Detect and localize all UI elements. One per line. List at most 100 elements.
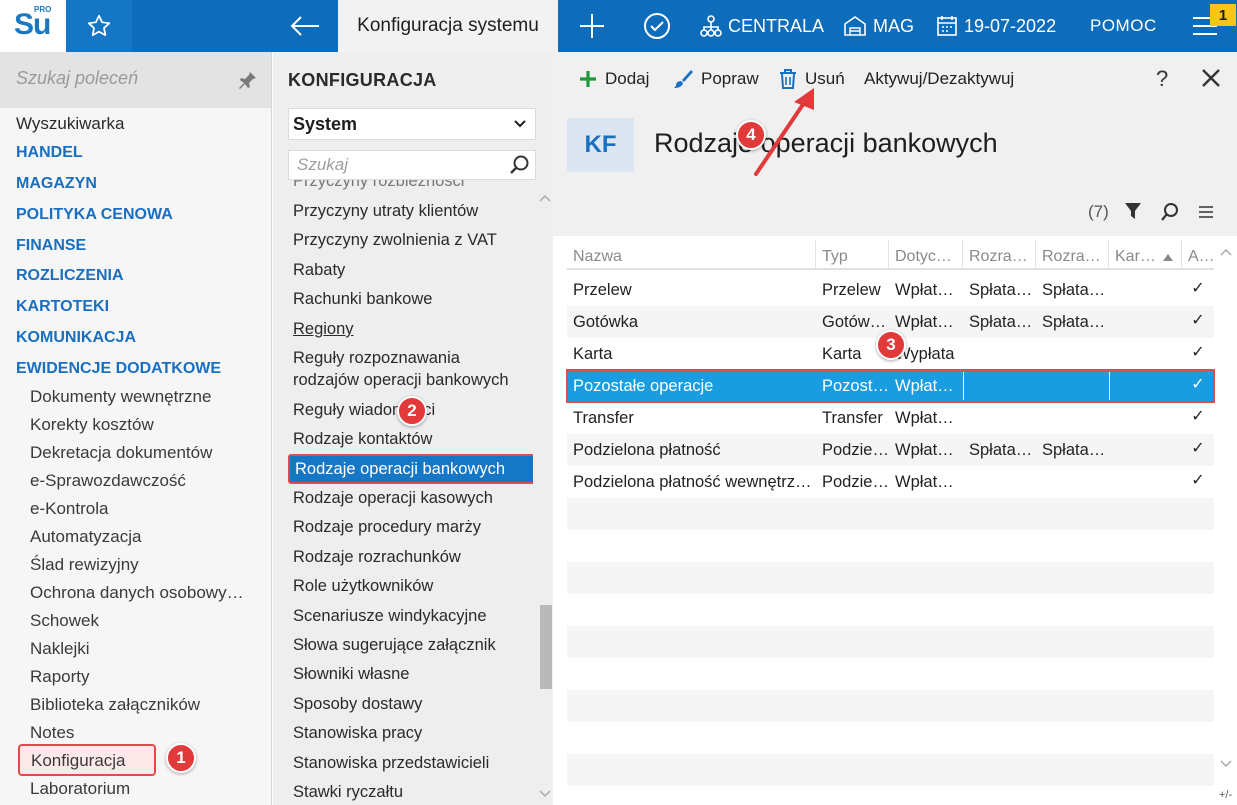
company-selector[interactable]: CENTRALA	[700, 0, 824, 52]
search-icon[interactable]	[1160, 202, 1180, 222]
sidebar-section-finanse[interactable]: FINANSE	[16, 234, 86, 258]
sidebar-section-polityka-cenowa[interactable]: POLITYKA CENOWA	[16, 203, 173, 227]
config-item-rodzaje-procedury-marzy[interactable]: Rodzaje procedury marży	[293, 516, 481, 538]
cell-kar	[1109, 338, 1182, 370]
configuration-list: Przyczyny rozbieżności Przyczyny utraty …	[273, 180, 533, 805]
config-item-sposoby-dostawy[interactable]: Sposoby dostawy	[293, 693, 422, 715]
config-item-slowa-sugerujace-zalacznik[interactable]: Słowa sugerujące załącznik	[293, 634, 496, 656]
config-item-rachunki-bankowe[interactable]: Rachunki bankowe	[293, 288, 432, 310]
list-options-icon[interactable]	[1199, 206, 1213, 218]
column-header-typ[interactable]: Typ	[816, 240, 889, 270]
sidebar-item-raporty[interactable]: Raporty	[30, 665, 90, 689]
sidebar-item-ochrona-danych[interactable]: Ochrona danych osobowy…	[30, 581, 244, 605]
sidebar-item-biblioteka-zalacznikow[interactable]: Biblioteka załączników	[30, 693, 200, 717]
config-item-role-uzytkownikow[interactable]: Role użytkowników	[293, 575, 433, 597]
config-item-przyczyny-utraty-klientow[interactable]: Przyczyny utraty klientów	[293, 200, 478, 222]
column-header-dotyczy[interactable]: Dotyc…	[889, 240, 963, 270]
help-button[interactable]: POMOC	[1090, 0, 1157, 52]
config-item-slowniki-wlasne[interactable]: Słowniki własne	[293, 663, 409, 685]
add-button[interactable]: Dodaj	[579, 66, 649, 92]
sidebar-section-magazyn[interactable]: MAGAZYN	[16, 172, 97, 196]
filter-icon[interactable]	[1124, 202, 1142, 220]
pin-icon[interactable]	[238, 70, 258, 90]
app-logo[interactable]: Su PRO	[0, 0, 66, 52]
table-row[interactable]: Przelew Przelew Wpłat… Spłata… Spłata… ✓	[567, 274, 1214, 306]
grid-scrollbar[interactable]	[1217, 240, 1235, 785]
sidebar-item-wyszukiwarka[interactable]: Wyszukiwarka	[16, 112, 124, 136]
toggle-active-button[interactable]: Aktywuj/Dezaktywuj	[864, 66, 1014, 92]
sidebar-item-e-kontrola[interactable]: e-Kontrola	[30, 497, 108, 521]
sidebar-item-korekty-kosztow[interactable]: Korekty kosztów	[30, 413, 154, 437]
sidebar-section-ewidencje-dodatkowe[interactable]: EWIDENCJE DODATKOWE	[16, 357, 221, 381]
configuration-search-input[interactable]: Szukaj	[297, 155, 348, 175]
new-tab-button[interactable]	[568, 0, 616, 52]
sidebar-section-komunikacja[interactable]: KOMUNIKACJA	[16, 326, 136, 350]
configuration-scrollbar[interactable]	[535, 180, 553, 805]
config-item-stanowiska-przedstawicieli[interactable]: Stanowiska przedstawicieli	[293, 752, 489, 774]
config-item-stanowiska-pracy[interactable]: Stanowiska pracy	[293, 722, 422, 744]
config-item-stawki-ryczaltu[interactable]: Stawki ryczałtu	[293, 781, 403, 803]
scrollbar-thumb[interactable]	[540, 605, 552, 689]
notification-badge[interactable]: 1	[1210, 4, 1236, 26]
confirm-button[interactable]	[636, 0, 678, 52]
sidebar-item-naklejki[interactable]: Naklejki	[30, 637, 90, 661]
edit-button[interactable]: Popraw	[673, 66, 759, 92]
search-icon[interactable]	[509, 154, 531, 176]
cell-rozrachunek-1: Spłata…	[969, 313, 1033, 331]
command-search[interactable]: Szukaj poleceń	[0, 52, 271, 108]
config-item-rodzaje-operacji-kasowych[interactable]: Rodzaje operacji kasowych	[293, 487, 493, 509]
sidebar-item-automatyzacja[interactable]: Automatyzacja	[30, 525, 142, 549]
sidebar-section-handel[interactable]: HANDEL	[16, 141, 83, 165]
configuration-group-select[interactable]: System	[288, 108, 536, 140]
configuration-group-value: System	[293, 113, 358, 134]
sidebar-item-slad-rewizyjny[interactable]: Ślad rewizyjny	[30, 553, 139, 577]
sidebar-item-dekretacja-dokumentow[interactable]: Dekretacja dokumentów	[30, 441, 212, 465]
sidebar-item-notes[interactable]: Notes	[30, 721, 74, 745]
config-item-rodzaje-operacji-bankowych[interactable]: Rodzaje operacji bankowych	[288, 454, 533, 484]
plus-icon	[580, 71, 596, 87]
config-item-przyczyny-zwolnienia-vat[interactable]: Przyczyny zwolnienia z VAT	[293, 229, 497, 251]
config-item-rodzaje-kontaktow[interactable]: Rodzaje kontaktów	[293, 428, 432, 450]
empty-row	[567, 626, 1214, 658]
active-checkmark-icon: ✓	[1191, 376, 1205, 393]
sidebar-item-e-sprawozdawczosc[interactable]: e-Sprawozdawczość	[30, 469, 186, 493]
sidebar-item-schowek[interactable]: Schowek	[30, 609, 99, 633]
cell-rozrachunek-1	[963, 466, 1036, 498]
expand-collapse-toggle[interactable]: +/-	[1219, 789, 1232, 801]
scroll-down-icon[interactable]	[1220, 760, 1232, 768]
table-row[interactable]: Podzielona płatność Podzie… Wpłat… Spłata… S…	[567, 434, 1214, 466]
config-item-reguly-rozpoznawania-line2[interactable]: rodzajów operacji bankowych	[293, 369, 509, 391]
config-item-regiony[interactable]: Regiony	[293, 318, 354, 340]
config-item-rabaty[interactable]: Rabaty	[293, 259, 345, 281]
scroll-up-icon[interactable]	[539, 194, 551, 202]
config-item-rodzaje-rozrachunkow[interactable]: Rodzaje rozrachunków	[293, 546, 461, 568]
column-header-active[interactable]: A…	[1182, 240, 1214, 270]
sidebar-section-rozliczenia[interactable]: ROZLICZENIA	[16, 264, 124, 288]
column-header-rozrachunek-1[interactable]: Rozra…	[963, 240, 1036, 270]
empty-row	[567, 530, 1214, 562]
config-item-przyczyny-rozbieznosci[interactable]: Przyczyny rozbieżności	[293, 180, 464, 192]
sidebar-item-konfiguracja[interactable]: Konfiguracja	[18, 744, 156, 776]
warehouse-selector[interactable]: MAG	[843, 0, 914, 52]
configuration-search[interactable]: Szukaj	[288, 150, 536, 180]
table-row[interactable]: Transfer Transfer Wpłat… ✓	[567, 402, 1214, 434]
cell-rozrachunek-1	[963, 338, 1036, 370]
help-question-button[interactable]: ?	[1156, 66, 1168, 92]
config-item-reguly-rozpoznawania[interactable]: Reguły rozpoznawania	[293, 347, 460, 369]
table-row[interactable]: Pozostałe operacje Pozost… Wpłat… ✓	[566, 369, 1215, 403]
sidebar-section-kartoteki[interactable]: KARTOTEKI	[16, 295, 109, 319]
column-header-rozrachunek-2[interactable]: Rozra…	[1036, 240, 1109, 270]
scroll-up-icon[interactable]	[1220, 248, 1232, 256]
back-button[interactable]	[272, 0, 338, 52]
scroll-down-icon[interactable]	[539, 790, 551, 798]
favorites-button[interactable]	[66, 0, 132, 52]
date-selector[interactable]: 19-07-2022	[936, 0, 1056, 52]
close-icon[interactable]	[1201, 68, 1221, 88]
active-checkmark-icon: ✓	[1191, 440, 1205, 457]
table-row[interactable]: Podzielona płatność wewnętrz… Podzie… Wpła…	[567, 466, 1214, 498]
command-search-input[interactable]: Szukaj poleceń	[16, 68, 138, 89]
sidebar-item-dokumenty-wewnetrzne[interactable]: Dokumenty wewnętrzne	[30, 385, 211, 409]
column-header-nazwa[interactable]: Nazwa	[567, 240, 816, 270]
config-item-scenariusze-windykacyjne[interactable]: Scenariusze windykacyjne	[293, 605, 487, 627]
sidebar-item-laboratorium[interactable]: Laboratorium	[30, 777, 130, 801]
